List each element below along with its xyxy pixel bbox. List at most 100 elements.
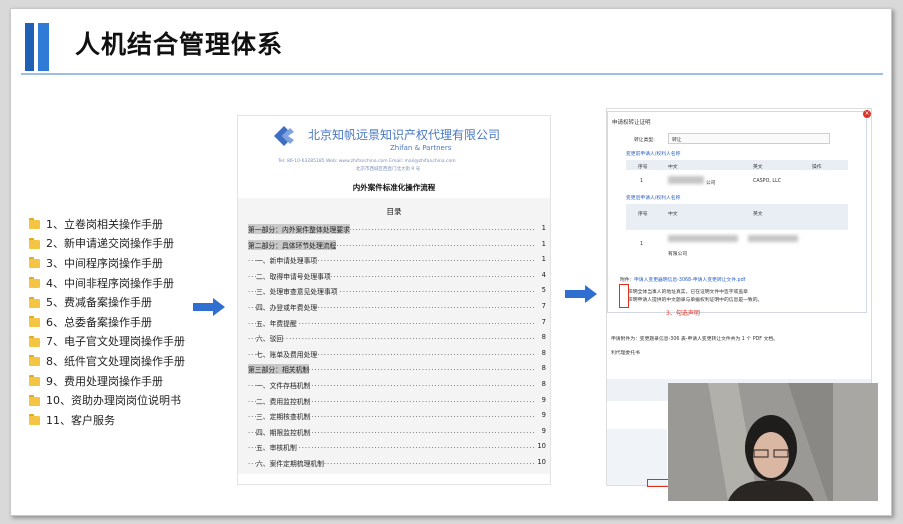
type-select[interactable]	[668, 133, 830, 144]
toc-text: 第二部分：具体环节处理流程	[248, 239, 337, 250]
folder-icon	[29, 394, 40, 406]
list-item-label: 1、立卷岗相关操作手册	[46, 217, 163, 231]
type-label: 转让类型:	[634, 138, 655, 143]
col-cn: 中文	[668, 212, 678, 217]
note-text: 申请附件为：变更题录信息-306 表-申请人变更转让文件共为 1 个 PDF 文…	[611, 337, 778, 342]
toc-row[interactable]: ........................................…	[248, 238, 546, 252]
list-item[interactable]: 2、新申请递交岗操作手册	[29, 234, 185, 254]
folder-icon	[29, 375, 40, 387]
document-title: 内外案件标准化操作流程	[352, 183, 436, 192]
toc-heading: 目录	[386, 207, 402, 216]
toc-page: 8	[541, 348, 546, 357]
list-item-label: 7、电子官文处理岗操作手册	[46, 335, 185, 349]
list-item[interactable]: 9、费用处理岗操作手册	[29, 371, 185, 391]
toc-row[interactable]: ........................................…	[248, 378, 546, 392]
toc-row[interactable]: ........................................…	[248, 284, 546, 298]
firm-logo-icon	[274, 126, 294, 146]
folder-icon	[29, 277, 40, 289]
table-header	[626, 204, 848, 230]
toc-page: 4	[541, 270, 546, 279]
list-item[interactable]: 8、纸件官文处理岗操作手册	[29, 351, 185, 371]
redacted-text	[668, 176, 704, 184]
form-panel	[607, 429, 667, 485]
toc-row[interactable]: ........................................…	[248, 347, 546, 361]
toc-text: 一、新申请处理事项	[256, 255, 318, 266]
folder-icon	[29, 316, 40, 328]
list-item-label: 9、费用处理岗操作手册	[46, 374, 163, 388]
toc-text: 四、期限监控机制	[256, 426, 311, 437]
toc-row[interactable]: ........................................…	[248, 362, 546, 376]
toc-row[interactable]: ........................................…	[248, 331, 546, 345]
row-no: 1	[640, 242, 644, 247]
toc-page: 9	[541, 395, 546, 404]
title-accent-bar	[25, 23, 34, 71]
toc-row[interactable]: ........................................…	[248, 269, 546, 283]
firm-name-en: Zhifan & Partners	[390, 144, 452, 152]
arrow-right-icon	[565, 285, 597, 303]
row-no: 1	[640, 179, 644, 184]
toc-page: 7	[541, 302, 546, 310]
list-item-label: 6、总委备案操作手册	[46, 315, 152, 329]
col-no: 序号	[638, 165, 648, 170]
toc-page: 8	[541, 364, 546, 373]
col-op: 操作	[812, 165, 822, 170]
attach-link[interactable]: 申请人变更器明信息-3068-申请人变更转让文件.pdf	[634, 276, 745, 283]
close-icon[interactable]: ×	[863, 110, 871, 118]
toc-row[interactable]: ........................................…	[248, 409, 546, 423]
list-item[interactable]: 5、费减备案操作手册	[29, 292, 185, 312]
folder-icon	[29, 414, 40, 426]
folder-icon	[29, 355, 40, 367]
toc-row[interactable]: ........................................…	[248, 222, 546, 236]
toc-text: 五、审核机制	[256, 442, 297, 453]
folder-icon	[29, 335, 40, 347]
row-en: CASPO, LLC	[753, 179, 782, 184]
annotation-box	[647, 479, 669, 487]
folder-icon	[29, 296, 40, 308]
list-item[interactable]: 6、总委备案操作手册	[29, 312, 185, 332]
arrow-right-icon	[193, 298, 225, 316]
list-item[interactable]: 4、中间非程序岗操作手册	[29, 273, 185, 293]
document-header: 北京知帆远景知识产权代理有限公司 Zhifan & Partners Tel: …	[238, 116, 550, 186]
manual-list: 1、立卷岗相关操作手册 2、新申请递交岗操作手册 3、中间程序岗操作手册 4、中…	[29, 214, 185, 430]
redacted-text	[748, 235, 798, 242]
list-item-label: 8、纸件官文处理岗操作手册	[46, 354, 185, 368]
toc-row[interactable]: ........................................…	[248, 394, 546, 408]
note-text: 利代理委托书	[611, 351, 640, 356]
contact-line: 北京市西城区西直门北大街 9 号	[356, 167, 421, 172]
contact-line: Tel: 86-10-63285185 Web: www.zhifanchina…	[278, 159, 456, 164]
toc-row[interactable]: ........................................…	[248, 253, 546, 267]
toc-page: 8	[541, 333, 546, 342]
section-after: 变更后申请人/权利人名称	[626, 196, 681, 201]
firm-name: 北京知帆远景知识产权代理有限公司	[308, 128, 501, 142]
toc-page: 10	[537, 458, 546, 466]
toc-row[interactable]: ........................................…	[248, 425, 546, 439]
list-item[interactable]: 7、电子官文处理岗操作手册	[29, 332, 185, 352]
toc-row[interactable]: ........................................…	[248, 300, 546, 314]
toc-row[interactable]: ........................................…	[248, 440, 546, 454]
attach-label: 附件：	[620, 278, 635, 283]
list-item[interactable]: 11、客户服务	[29, 410, 185, 430]
declaration-check-2[interactable]: 声明申请人提供的中文题录与单据权利证明中的信息是一致的。	[628, 296, 762, 303]
toc-text: 四、办登或年费处理	[256, 302, 318, 312]
toc-page: 9	[541, 411, 546, 420]
list-item[interactable]: 10、资助办理岗岗位说明书	[29, 390, 185, 410]
title-accent-bar	[38, 23, 49, 71]
list-item[interactable]: 1、立卷岗相关操作手册	[29, 214, 185, 234]
annotation-box	[619, 284, 629, 308]
toc-text: 五、年费提醒	[256, 317, 297, 328]
toc-row[interactable]: ........................................…	[248, 456, 546, 470]
transfer-dialog: 申请权转让证明 × 转让类型: 转让 变更前申请人/权利人名称 序号 中文 英文…	[607, 110, 871, 317]
toc-text: 三、定期核查机制	[256, 411, 311, 422]
toc-page: 9	[541, 426, 546, 435]
declaration-check-1[interactable]: 声明全体当事人的地址真实，已在证明文件中签字或盖章	[628, 288, 748, 295]
list-item[interactable]: 3、中间程序岗操作手册	[29, 253, 185, 273]
toc-page: 7	[541, 317, 546, 326]
toc-row[interactable]: ........................................…	[248, 316, 546, 330]
list-item-label: 4、中间非程序岗操作手册	[46, 276, 174, 290]
section-before: 变更前申请人/权利人名称	[626, 152, 681, 157]
toc-page: 1	[541, 224, 546, 232]
toc-page: 1	[541, 239, 546, 248]
toc-text: 六、驳回	[256, 333, 284, 344]
toc-leader: ........................................…	[248, 333, 536, 342]
folder-icon	[29, 218, 40, 230]
